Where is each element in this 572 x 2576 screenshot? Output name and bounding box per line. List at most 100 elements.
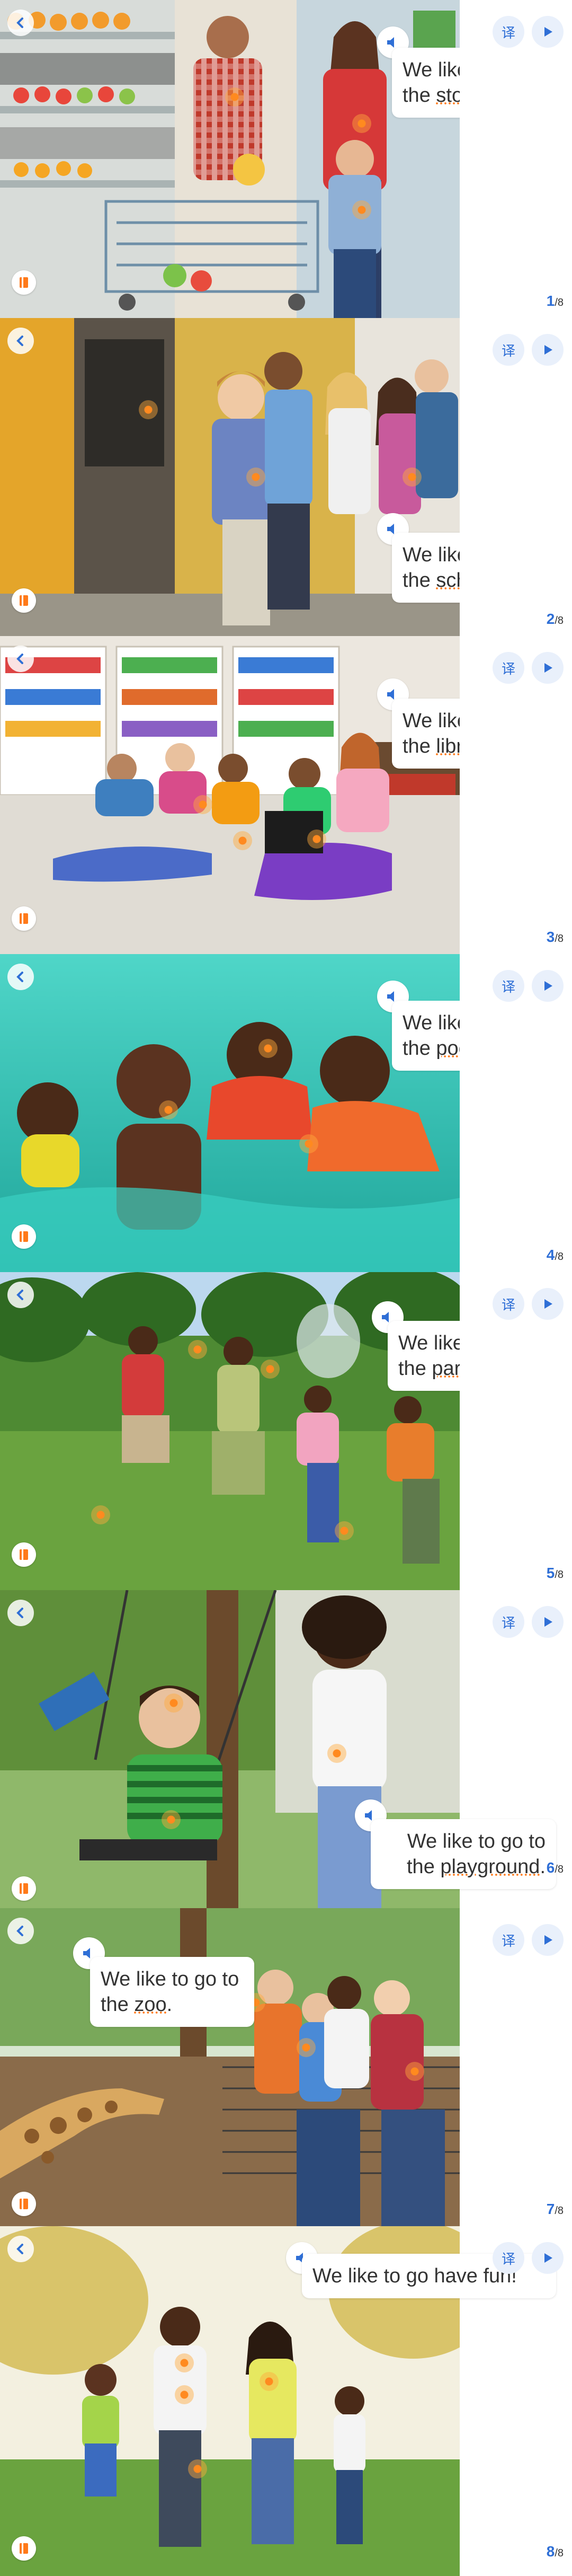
back-button[interactable] [7, 646, 34, 672]
hotspot-playground-1[interactable] [164, 1693, 183, 1713]
translate-icon: 译 [501, 1615, 515, 1631]
story-page-1: We like to go to the store. 译 1/8 [0, 0, 572, 318]
page-7-photo [0, 1908, 460, 2226]
page-3-controls: 译 3/8 [460, 636, 572, 954]
hotspot-pool-3[interactable] [299, 1134, 318, 1153]
translate-button[interactable]: 译 [493, 1288, 524, 1320]
story-page-5: We like to go to the park. 译 5/8 [0, 1272, 572, 1590]
page-counter: 2/8 [547, 611, 564, 628]
note-button[interactable] [12, 906, 36, 931]
translate-button[interactable]: 译 [493, 1924, 524, 1956]
hotspot-store-woman[interactable] [352, 114, 371, 133]
play-button[interactable] [532, 16, 564, 48]
hotspot-fun-2[interactable] [260, 2372, 279, 2391]
page-counter: 8/8 [547, 2543, 564, 2560]
back-button[interactable] [7, 964, 34, 990]
current-page: 8 [546, 2543, 555, 2560]
sentence-bubble: We like to go to the zoo. [90, 1957, 254, 2027]
translate-button[interactable]: 译 [493, 334, 524, 366]
hotspot-playground-3[interactable] [162, 1810, 181, 1829]
current-page: 1 [546, 293, 555, 309]
hotspot-library-1[interactable] [193, 795, 212, 814]
back-button[interactable] [7, 10, 34, 36]
hotspot-library-3[interactable] [233, 831, 252, 850]
story-page-4: We like to go to the pool. 译 4/8 [0, 954, 572, 1272]
hotspot-fun-3[interactable] [175, 2385, 194, 2404]
hotspot-park-2[interactable] [261, 1360, 280, 1379]
note-button[interactable] [12, 1224, 36, 1249]
play-icon [544, 981, 552, 991]
translate-button[interactable]: 译 [493, 652, 524, 684]
page-6-controls: 译 6/8 [460, 1590, 572, 1908]
back-button[interactable] [7, 2236, 34, 2262]
note-button[interactable] [12, 2536, 36, 2561]
page-counter: 7/8 [547, 2201, 564, 2218]
hotspot-pool-2[interactable] [258, 1039, 278, 1058]
translate-button[interactable]: 译 [493, 970, 524, 1002]
hotspot-store-boy[interactable] [352, 200, 371, 219]
note-icon [20, 277, 28, 288]
back-button[interactable] [7, 1600, 34, 1626]
play-button[interactable] [532, 334, 564, 366]
back-button[interactable] [7, 1918, 34, 1944]
translate-button[interactable]: 译 [493, 1606, 524, 1638]
current-page: 5 [546, 1565, 555, 1581]
page-counter: 5/8 [547, 1565, 564, 1582]
note-icon [20, 595, 28, 606]
play-icon [544, 1935, 552, 1945]
back-icon [16, 1290, 23, 1300]
translate-button[interactable]: 译 [493, 2242, 524, 2274]
hotspot-fun-1[interactable] [175, 2353, 194, 2372]
translate-icon: 译 [501, 2251, 515, 2268]
play-button[interactable] [532, 2242, 564, 2274]
hotspot-park-1[interactable] [188, 1340, 207, 1359]
page-2-photo [0, 318, 460, 636]
play-button[interactable] [532, 1606, 564, 1638]
hotspot-fun-4[interactable] [188, 2459, 207, 2478]
play-icon [544, 1299, 552, 1309]
hotspot-zoo-2[interactable] [297, 2038, 316, 2057]
back-button[interactable] [7, 328, 34, 354]
hotspot-school-1[interactable] [139, 400, 158, 419]
page-8-controls: 译 8/8 [460, 2226, 572, 2576]
hotspot-school-3[interactable] [403, 467, 422, 487]
note-icon [20, 913, 28, 924]
translate-icon: 译 [501, 661, 515, 677]
current-page: 3 [546, 929, 555, 945]
page-counter: 3/8 [547, 929, 564, 946]
hotspot-park-4[interactable] [335, 1521, 354, 1540]
hotspot-park-3[interactable] [91, 1505, 110, 1524]
page-counter: 6/8 [547, 1859, 564, 1876]
hotspot-store-man[interactable] [225, 87, 244, 107]
total-pages: /8 [555, 1251, 564, 1263]
hotspot-library-2[interactable] [307, 830, 326, 849]
hotspot-zoo-3[interactable] [405, 2062, 424, 2081]
back-icon [16, 1608, 23, 1618]
note-button[interactable] [12, 2192, 36, 2216]
play-button[interactable] [532, 652, 564, 684]
play-icon [544, 1617, 552, 1627]
story-page-2: We like to go to the school. 译 2/8 [0, 318, 572, 636]
back-icon [16, 336, 23, 346]
page-4-controls: 译 4/8 [460, 954, 572, 1272]
play-icon [544, 345, 552, 355]
page-counter: 1/8 [547, 293, 564, 310]
translate-button[interactable]: 译 [493, 16, 524, 48]
play-icon [544, 27, 552, 37]
current-page: 2 [546, 611, 555, 627]
note-button[interactable] [12, 1876, 36, 1901]
note-button[interactable] [12, 1542, 36, 1567]
play-button[interactable] [532, 1288, 564, 1320]
hotspot-pool-1[interactable] [159, 1100, 178, 1119]
keyword-text[interactable]: zoo [134, 1993, 166, 2016]
hotspot-school-2[interactable] [246, 467, 265, 487]
hotspot-playground-2[interactable] [327, 1744, 346, 1763]
note-button[interactable] [12, 588, 36, 613]
play-button[interactable] [532, 970, 564, 1002]
note-icon [20, 1231, 28, 1242]
translate-icon: 译 [501, 343, 515, 359]
play-icon [544, 663, 552, 673]
note-button[interactable] [12, 270, 36, 295]
play-button[interactable] [532, 1924, 564, 1956]
back-button[interactable] [7, 1282, 34, 1308]
